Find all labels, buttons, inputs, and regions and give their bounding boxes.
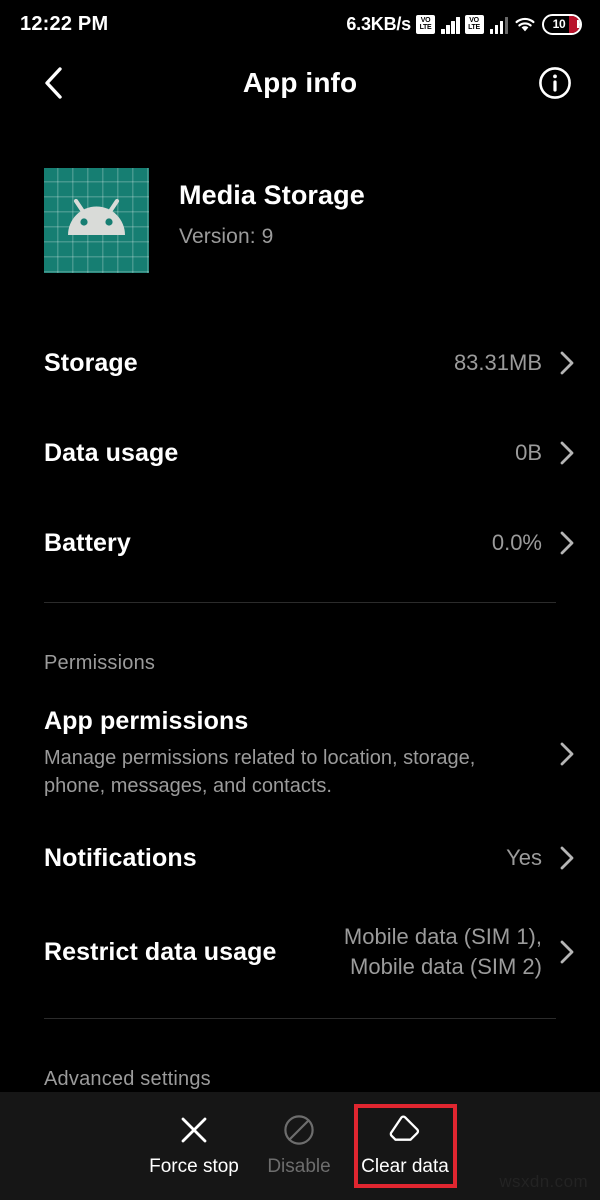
row-app-permissions-description: Manage permissions related to location, … [44,747,476,797]
row-storage-value: 83.31MB [453,350,542,376]
prohibition-icon [284,1115,314,1145]
chevron-right-icon [554,741,580,767]
row-notifications[interactable]: Notifications Yes [0,812,600,904]
section-divider-bottom [44,1018,556,1019]
permissions-section-label: Permissions [44,652,156,674]
clear-data-button[interactable]: Clear data [353,1104,457,1188]
row-app-permissions-label: App permissions [44,707,249,736]
chevron-right-icon [554,440,580,466]
row-data-usage[interactable]: Data usage 0B [0,408,600,498]
volte-label-bottom: LTE [419,24,432,31]
network-speed-indicator: 6.3KB/s [346,13,411,34]
force-stop-button[interactable]: Force stop [144,1104,245,1188]
permissions-list: App permissions Manage permissions relat… [0,696,600,1000]
eraser-icon [389,1115,420,1141]
row-restrict-data-usage[interactable]: Restrict data usage Mobile data (SIM 1),… [0,904,600,1000]
app-name: Media Storage [179,180,365,210]
chevron-right-icon [554,939,580,965]
usage-list: Storage 83.31MB Data usage 0B Battery 0.… [0,318,600,588]
signal-bars-sim2 [489,15,508,34]
row-restrict-data-usage-label: Restrict data usage [44,937,277,966]
disable-label: Disable [267,1156,331,1177]
row-battery-label: Battery [44,528,131,557]
disable-button[interactable]: Disable [249,1104,350,1188]
row-notifications-value: Yes [506,845,542,871]
row-notifications-label: Notifications [44,843,197,872]
close-x-icon [181,1117,207,1143]
signal-bars-sim1 [441,15,460,34]
volte-icon-sim2: VO LTE [464,14,484,34]
row-battery[interactable]: Battery 0.0% [0,498,600,588]
wifi-icon [515,17,535,31]
app-header: Media Storage Version: 9 [44,168,365,273]
advanced-settings-section-label: Advanced settings [44,1068,211,1090]
battery-icon: 10 [542,13,582,35]
app-version: Version: 9 [179,225,274,248]
watermark: wsxdn.com [499,1172,588,1191]
row-storage-label: Storage [44,348,138,377]
row-app-permissions[interactable]: App permissions Manage permissions relat… [0,696,600,812]
row-battery-value: 0.0% [491,530,542,556]
row-data-usage-value: 0B [515,440,542,466]
section-divider-top [44,602,556,603]
battery-level-label: 10 [552,17,566,31]
chevron-right-icon [554,530,580,556]
status-bar-icons: 6.3KB/s VO LTE VO LTE 10 [346,13,582,35]
clear-data-label: Clear data [361,1156,449,1177]
volte-icon-sim1: VO LTE [416,14,435,34]
volte-label-top: VO [420,17,431,24]
app-icon [44,168,149,273]
status-bar: 12:22 PM 6.3KB/s VO LTE VO LTE 10 [0,0,600,48]
row-restrict-data-usage-value: Mobile data (SIM 1), Mobile data (SIM 2) [343,924,542,979]
volte-label-top-2: VO [469,17,479,24]
chevron-right-icon [554,350,580,376]
app-info-screen: 12:22 PM 6.3KB/s VO LTE VO LTE 10 App in… [0,0,600,1200]
status-bar-clock: 12:22 PM [20,12,109,35]
app-bar: App info [0,52,600,114]
app-meta: Media Storage Version: 9 [179,168,365,249]
page-title: App info [242,67,358,98]
chevron-right-icon [554,845,580,871]
force-stop-label: Force stop [149,1156,239,1177]
android-head-icon [68,198,125,235]
row-storage[interactable]: Storage 83.31MB [0,318,600,408]
volte-label-bottom-2: LTE [468,24,480,31]
row-data-usage-label: Data usage [44,438,179,467]
